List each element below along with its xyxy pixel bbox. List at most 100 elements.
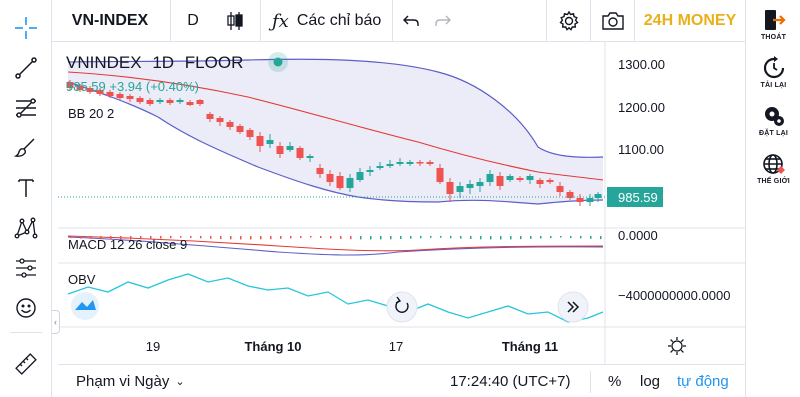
candle-body [296,148,304,158]
legend-bb[interactable]: BB 20 2 [68,106,114,121]
separator [170,0,171,42]
macd-histogram-bar [480,236,482,240]
macd-histogram-bar [380,236,382,240]
price-tick: 1200.00 [618,100,665,115]
candle-body [276,146,284,154]
candle-body [206,114,214,119]
redo-icon[interactable] [430,0,456,42]
candle-body [226,122,234,127]
fib-tool-icon[interactable] [0,88,52,128]
macd-histogram-bar [360,236,362,240]
forecast-tool-icon[interactable] [0,248,52,288]
macd-histogram-bar [350,236,352,240]
separator [546,0,547,42]
time-scale-settings-icon[interactable] [668,337,686,355]
macd-histogram-bar [440,236,442,238]
macd-histogram-bar [320,236,322,239]
candle-body [236,126,244,132]
logout-icon [764,10,786,30]
candle-body [316,168,324,174]
legend-symbol: VNINDEX [66,53,142,72]
legend-price: 985.59 +3.94 (+0.40%) [66,79,199,94]
crosshair-tool-icon[interactable] [0,8,52,48]
candle-body [526,176,534,180]
separator [634,0,635,42]
sidebar-item-world[interactable]: THẾ GIỚI [746,152,800,200]
candle-body [376,166,384,168]
time-tick: 17 [389,339,403,354]
bottom-toolbar: Phạm vi Ngày ⌄ 17:24:40 (UTC+7) % log tự… [58,364,745,397]
reload-icon [763,56,784,79]
toolbar-divider [590,371,591,393]
candle-body [256,136,264,146]
candle-body [506,176,514,180]
candle-body [286,146,294,150]
camera-icon[interactable] [596,0,630,42]
sidebar-label: ĐẶT LẠI [758,130,788,137]
candle-body [346,178,354,188]
sidebar-item-reset[interactable]: ĐẶT LẠI [746,104,800,152]
log-toggle[interactable]: log [640,365,660,397]
date-range-label: Phạm vi Ngày [76,373,170,390]
legend-obv[interactable]: OBV [68,272,95,287]
date-range-dropdown[interactable]: Phạm vi Ngày ⌄ [76,365,185,397]
candle-body [396,162,404,164]
last-price-label: 985.59 [618,190,658,205]
macd-histogram-bar [520,236,522,240]
legend-interval: 1D [152,53,175,72]
macd-histogram-bar [300,236,302,238]
settings-gear-icon[interactable] [552,0,586,42]
macd-histogram-bar [500,236,502,240]
macd-histogram-bar [260,236,262,240]
macd-histogram-bar [370,236,372,240]
text-tool-icon[interactable] [0,168,52,208]
candle-body [406,162,414,164]
candle-body [586,198,594,202]
macd-histogram-bar [200,236,202,239]
candle-body [336,176,344,188]
candle-body [556,186,564,192]
sidebar-item-logout[interactable]: THOÁT [746,8,800,56]
percent-toggle[interactable]: % [608,365,621,397]
macd-histogram-bar [430,236,432,238]
reset-view-button[interactable] [386,291,418,323]
macd-histogram-bar [340,236,342,239]
candle-body [486,174,494,182]
candle-body [446,182,454,194]
candle-body [546,180,554,182]
interval-button[interactable]: D [176,0,210,42]
macd-histogram-bar [580,236,582,239]
brush-icon[interactable] [0,128,52,168]
sidebar-label: TẢI LẠI [760,82,787,89]
function-icon: ƒx [272,10,289,32]
emoji-icon[interactable] [0,288,52,328]
separator [392,0,393,42]
symbol-search[interactable]: VN-INDEX [60,0,160,42]
candle-body [386,164,394,166]
candle-body [326,174,334,182]
candle-body [566,192,574,198]
macd-histogram-bar [250,236,252,240]
trend-line-icon[interactable] [0,48,52,88]
macd-histogram-bar [330,236,332,239]
price-tick: 1100.00 [618,142,664,157]
legend-exchange: FLOOR [184,53,244,72]
candle-body [216,118,224,122]
candle-body [466,184,474,188]
globe-icon [762,154,785,174]
legend-macd[interactable]: MACD 12 26 close 9 [68,237,187,252]
macd-histogram-bar [470,236,472,240]
candles-icon[interactable] [218,0,252,42]
sidebar-item-reload[interactable]: TẢI LẠI [746,56,800,104]
toolbar-divider [10,332,42,333]
candle-body [186,102,194,105]
pattern-tool-icon[interactable] [0,208,52,248]
sidebar-label: THOÁT [760,34,787,41]
ruler-icon[interactable] [0,344,52,384]
macd-histogram-bar [270,236,272,240]
candle-body [116,94,124,98]
indicators-button[interactable]: ƒx Các chỉ báo [266,0,390,42]
undo-icon[interactable] [398,0,424,42]
auto-scale-toggle[interactable]: tự động [677,365,729,397]
clock-display[interactable]: 17:24:40 (UTC+7) [450,365,570,397]
